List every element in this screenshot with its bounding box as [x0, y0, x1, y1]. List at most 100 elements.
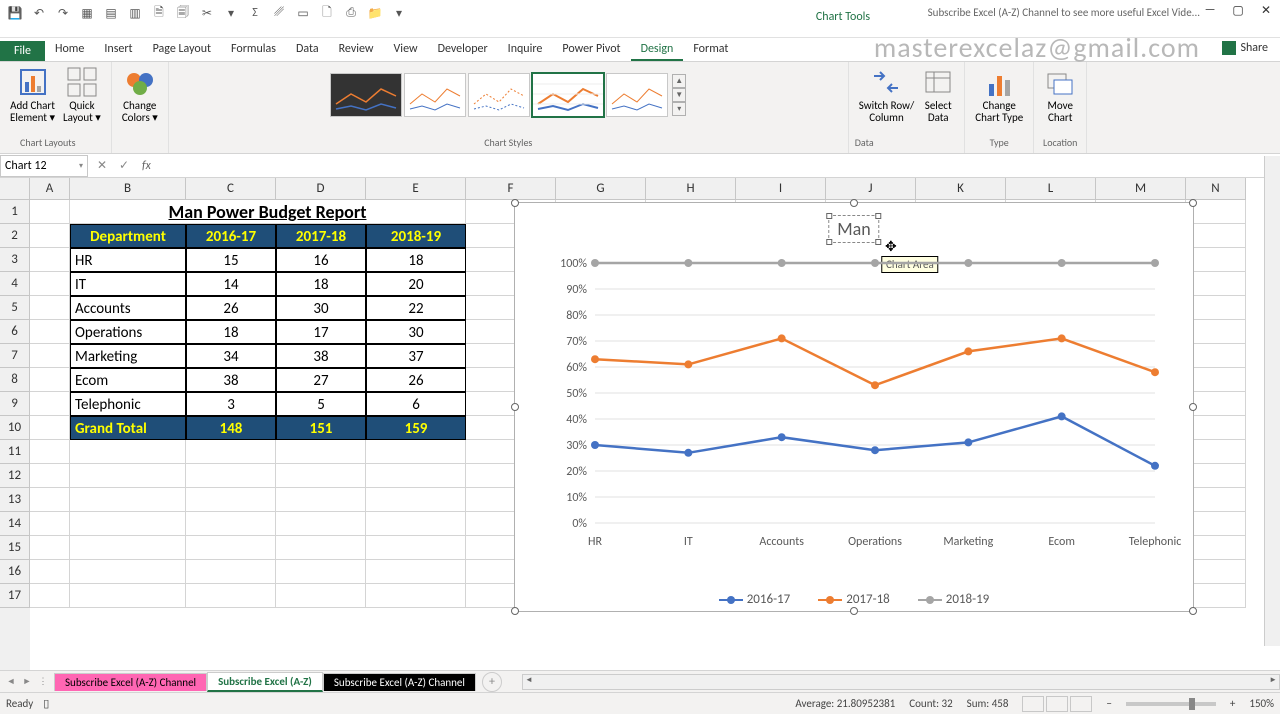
- row-header[interactable]: 13: [0, 488, 30, 512]
- legend-item[interactable]: 2018-19: [918, 592, 990, 607]
- cell[interactable]: 5: [276, 392, 366, 416]
- cell[interactable]: 17: [276, 320, 366, 344]
- cell[interactable]: [186, 536, 276, 560]
- qat-dropdown-icon[interactable]: ▾: [388, 2, 410, 24]
- cell[interactable]: [1186, 416, 1246, 440]
- chart-plot[interactable]: 0%10%20%30%40%50%60%70%80%90%100%HRITAcc…: [535, 253, 1185, 573]
- row-header[interactable]: 7: [0, 344, 30, 368]
- sheet-nav-first-icon[interactable]: ◄: [4, 675, 18, 689]
- cell[interactable]: 22: [366, 296, 466, 320]
- qat-btn[interactable]: 🗐: [172, 2, 194, 24]
- cell[interactable]: [1186, 560, 1246, 584]
- cell[interactable]: 16: [276, 248, 366, 272]
- redo-icon[interactable]: ↷: [52, 2, 74, 24]
- row-header[interactable]: 5: [0, 296, 30, 320]
- row-header[interactable]: 4: [0, 272, 30, 296]
- chart-style-thumb[interactable]: [606, 73, 668, 117]
- zoom-slider[interactable]: [1126, 702, 1216, 706]
- new-icon[interactable]: 🗋: [316, 2, 338, 24]
- cell[interactable]: [70, 440, 186, 464]
- qat-btn[interactable]: ⎙: [340, 2, 362, 24]
- qat-btn[interactable]: ▤: [100, 2, 122, 24]
- ribbon-tab-power-pivot[interactable]: Power Pivot: [552, 39, 630, 61]
- sheet-tab[interactable]: Subscribe Excel (A-Z): [207, 672, 323, 692]
- column-header[interactable]: G: [556, 178, 646, 200]
- column-header[interactable]: D: [276, 178, 366, 200]
- move-chart-button[interactable]: Move Chart: [1040, 64, 1080, 126]
- cell[interactable]: [1186, 272, 1246, 296]
- cell[interactable]: 2018-19: [366, 224, 466, 248]
- qat-btn[interactable]: 📁: [364, 2, 386, 24]
- cell[interactable]: [1186, 512, 1246, 536]
- cell[interactable]: 148: [186, 416, 276, 440]
- cell[interactable]: 18: [366, 248, 466, 272]
- cell[interactable]: [70, 488, 186, 512]
- row-header[interactable]: 10: [0, 416, 30, 440]
- cell[interactable]: [186, 440, 276, 464]
- cell[interactable]: [276, 488, 366, 512]
- column-header[interactable]: A: [30, 178, 70, 200]
- cell[interactable]: [186, 488, 276, 512]
- zoom-out-icon[interactable]: −: [1106, 697, 1111, 710]
- cell[interactable]: 20: [366, 272, 466, 296]
- row-header[interactable]: 8: [0, 368, 30, 392]
- chart-title[interactable]: Man ✥ Chart Area: [828, 215, 879, 243]
- column-header[interactable]: J: [826, 178, 916, 200]
- cell[interactable]: [1186, 296, 1246, 320]
- cell[interactable]: 26: [186, 296, 276, 320]
- row-header[interactable]: 17: [0, 584, 30, 608]
- add-chart-element-button[interactable]: Add Chart Element ▾: [6, 64, 59, 126]
- cell[interactable]: [186, 512, 276, 536]
- cell[interactable]: 15: [186, 248, 276, 272]
- resize-handle[interactable]: [1189, 607, 1197, 615]
- cell[interactable]: [30, 536, 70, 560]
- scroll-down-icon[interactable]: ▼: [672, 88, 686, 102]
- cell[interactable]: [30, 464, 70, 488]
- cell[interactable]: [186, 464, 276, 488]
- chart-style-thumb[interactable]: [468, 73, 530, 117]
- undo-icon[interactable]: ↶: [28, 2, 50, 24]
- cell[interactable]: [30, 584, 70, 608]
- ribbon-tab-insert[interactable]: Insert: [94, 39, 142, 61]
- row-header[interactable]: 11: [0, 440, 30, 464]
- fx-icon[interactable]: fx: [138, 159, 155, 173]
- ribbon-tab-data[interactable]: Data: [286, 39, 329, 61]
- sheet-tab[interactable]: Subscribe Excel (A-Z) Channel: [323, 673, 476, 691]
- cell[interactable]: 34: [186, 344, 276, 368]
- switch-row-column-button[interactable]: Switch Row/ Column: [855, 64, 918, 126]
- cell[interactable]: [30, 560, 70, 584]
- close-icon[interactable]: ✕: [1252, 0, 1280, 20]
- row-header[interactable]: 12: [0, 464, 30, 488]
- vertical-scrollbar[interactable]: [1264, 156, 1280, 646]
- cell[interactable]: 30: [276, 296, 366, 320]
- cell[interactable]: 6: [366, 392, 466, 416]
- row-header[interactable]: 16: [0, 560, 30, 584]
- cell[interactable]: [186, 560, 276, 584]
- cell[interactable]: [70, 560, 186, 584]
- save-icon[interactable]: 💾: [4, 2, 26, 24]
- zoom-in-icon[interactable]: +: [1230, 697, 1235, 710]
- row-header[interactable]: 9: [0, 392, 30, 416]
- cell[interactable]: [1186, 224, 1246, 248]
- cell[interactable]: [276, 512, 366, 536]
- cancel-formula-icon[interactable]: ✕: [92, 156, 112, 176]
- cell[interactable]: 37: [366, 344, 466, 368]
- file-tab[interactable]: File: [0, 41, 45, 61]
- column-header[interactable]: B: [70, 178, 186, 200]
- change-chart-type-button[interactable]: Change Chart Type: [971, 64, 1027, 126]
- cell[interactable]: [30, 416, 70, 440]
- change-colors-button[interactable]: Change Colors ▾: [118, 64, 162, 126]
- cell[interactable]: [70, 536, 186, 560]
- confirm-formula-icon[interactable]: ✓: [114, 156, 134, 176]
- column-header[interactable]: K: [916, 178, 1006, 200]
- cell[interactable]: [30, 272, 70, 296]
- cell[interactable]: [276, 536, 366, 560]
- cell[interactable]: 18: [276, 272, 366, 296]
- qat-btn[interactable]: ▦: [76, 2, 98, 24]
- new-sheet-button[interactable]: +: [482, 672, 502, 692]
- cell[interactable]: Grand Total: [70, 416, 186, 440]
- qat-btn[interactable]: 🗎: [148, 2, 170, 24]
- cell[interactable]: 2017-18: [276, 224, 366, 248]
- resize-handle[interactable]: [1189, 199, 1197, 207]
- cell[interactable]: Ecom: [70, 368, 186, 392]
